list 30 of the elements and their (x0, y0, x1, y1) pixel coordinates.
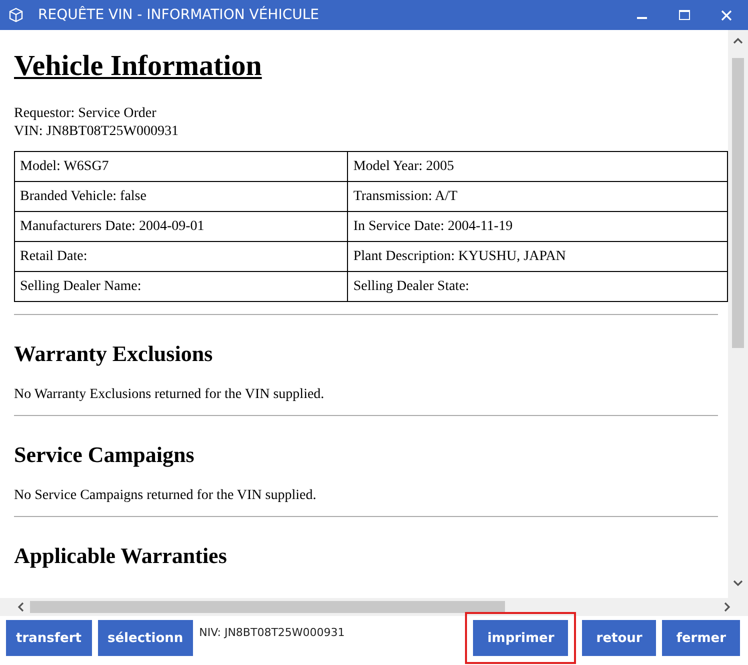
close-icon[interactable] (720, 10, 732, 20)
table-cell: Plant Description: KYUSHU, JAPAN (348, 242, 728, 272)
footer-button[interactable]: imprimer (473, 620, 568, 656)
niv-label: NIV: JN8BT08T25W000931 (199, 626, 346, 639)
vertical-scrollbar[interactable] (728, 30, 748, 598)
section-heading: Warranty Exclusions (14, 341, 214, 367)
table-cell: Transmission: A/T (348, 182, 728, 212)
section-heading: Service Campaigns (14, 442, 196, 468)
section-text: No Warranty Exclusions returned for the VIN supplied. (14, 387, 326, 403)
document-title: Vehicle Information (14, 50, 263, 83)
table-cell: Branded Vehicle: false (14, 182, 348, 212)
footer-button[interactable]: sélectionn (98, 620, 194, 656)
table-cell: Manufacturers Date: 2004-09-01 (14, 212, 348, 242)
horizontal-scrollbar[interactable] (0, 598, 748, 616)
window-title: REQUÊTE VIN - INFORMATION VÉHICULE (38, 7, 320, 23)
meta-line: Requestor: Service Order (14, 105, 158, 123)
section-text: No Service Campaigns returned for the VIN supplied. (14, 488, 318, 504)
table-cell: Retail Date: (14, 242, 348, 272)
table-cell: Selling Dealer State: (348, 272, 728, 302)
footer-button[interactable]: fermer (662, 620, 740, 656)
cube-icon (8, 7, 24, 23)
table-cell: Model Year: 2005 (348, 152, 728, 182)
table-cell: In Service Date: 2004-11-19 (348, 212, 728, 242)
footer-button[interactable]: retour (582, 620, 656, 656)
footer-button[interactable]: transfert (6, 620, 92, 656)
table-cell: Model: W6SG7 (14, 152, 348, 182)
table-cell: Selling Dealer Name: (14, 272, 348, 302)
maximize-icon[interactable] (678, 10, 690, 20)
section-heading: Applicable Warranties (14, 543, 228, 569)
meta-line: VIN: JN8BT08T25W000931 (14, 123, 180, 141)
